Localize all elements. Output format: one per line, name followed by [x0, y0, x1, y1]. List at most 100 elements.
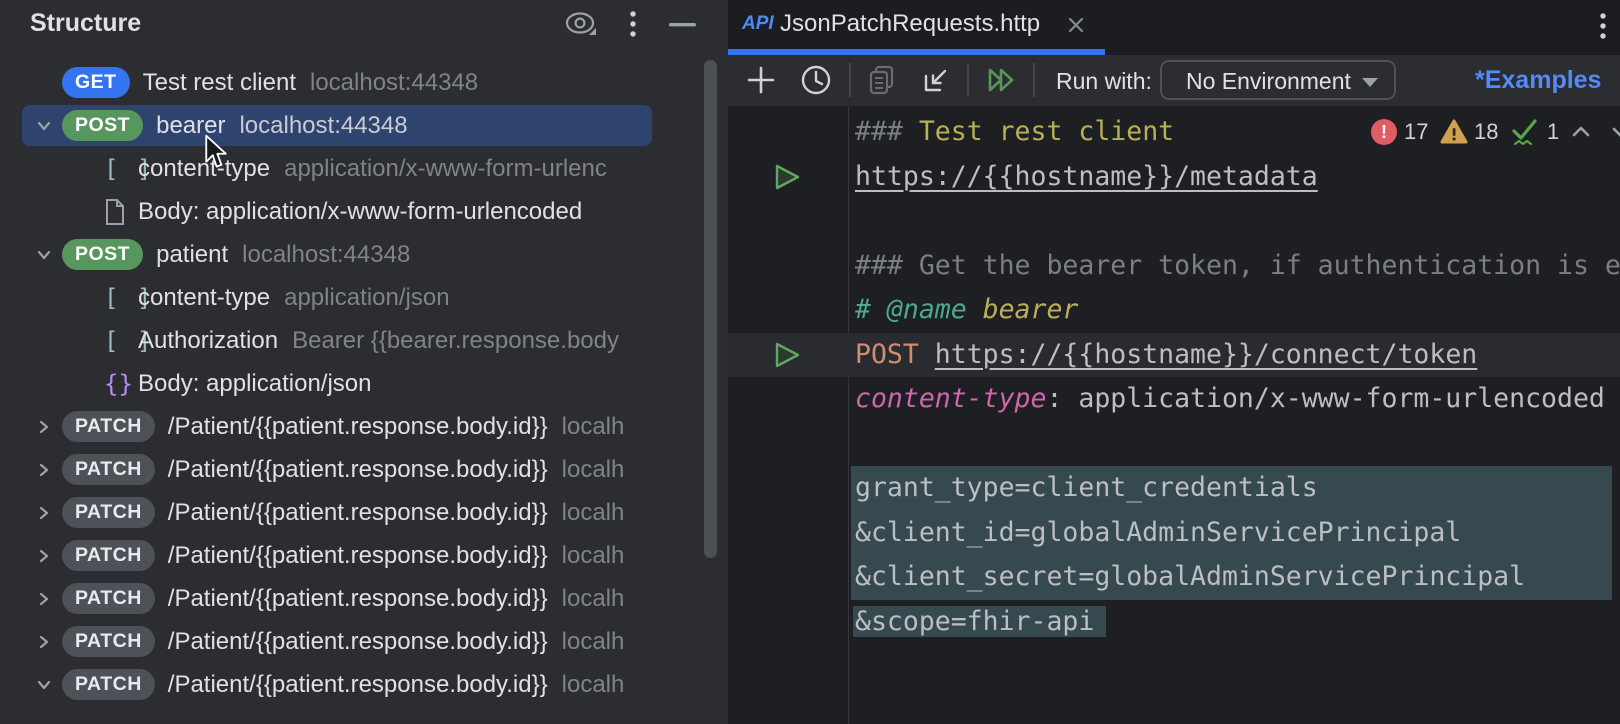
add-request-plus-icon[interactable] [745, 64, 777, 96]
tree-item-secondary: localh [562, 542, 625, 570]
patch-method-badge: PATCH [62, 540, 155, 571]
tab-jsonpatchrequests[interactable]: API JsonPatchRequests.http [728, 0, 1105, 55]
import-requests-icon[interactable] [920, 64, 952, 96]
chevron-right-icon[interactable] [26, 581, 62, 617]
header-brackets-icon: [ ] [104, 327, 138, 355]
tree-item-name: patient [156, 241, 228, 269]
inspections-widget[interactable]: ! 17 18 1 [1368, 116, 1618, 150]
get-method-badge: GET [62, 67, 130, 98]
code-segment: Test rest client [919, 116, 1174, 147]
ide-window: Structure GETTest rest clientlocalhost:4… [0, 0, 1620, 724]
tree-item-secondary: localh [562, 628, 625, 656]
structure-request-row[interactable]: PATCH/Patient/{{patient.response.body.id… [0, 534, 702, 577]
toolbar-separator [849, 63, 851, 97]
view-options-eye-icon[interactable] [560, 7, 600, 43]
structure-request-row[interactable]: PATCH/Patient/{{patient.response.body.id… [0, 491, 702, 534]
structure-child-row[interactable]: {}Body: application/json [0, 362, 702, 405]
structure-child-row[interactable]: [ ]AuthorizationBearer {{bearer.response… [0, 319, 702, 362]
code-segment: &scope=fhir-api [855, 606, 1094, 637]
structure-request-row[interactable]: POST patient localhost:44348 [0, 233, 702, 276]
code-line[interactable]: https://{{hostname}}/metadata [728, 155, 1620, 200]
run-request-play-icon[interactable] [773, 163, 801, 191]
request-history-clock-icon[interactable] [800, 64, 832, 96]
code-line[interactable] [728, 422, 1620, 467]
chevron-right-icon[interactable] [26, 538, 62, 574]
run-all-requests-icon[interactable] [985, 64, 1017, 96]
selection-highlight: &scope=fhir-api [853, 606, 1106, 637]
post-method-badge: POST [62, 239, 143, 270]
structure-title: Structure [30, 9, 141, 38]
code-segment: content-type [855, 383, 1046, 414]
tree-item-secondary: localhost:44348 [239, 112, 407, 140]
tree-item-secondary: localhost:44348 [310, 69, 478, 97]
tree-item-name: /Patient/{{patient.response.body.id}} [168, 628, 548, 656]
code-line[interactable]: # @name bearer [728, 288, 1620, 333]
environment-select[interactable]: No Environment [1160, 60, 1396, 100]
chevron-right-icon[interactable] [26, 409, 62, 445]
ok-count: 1 [1547, 116, 1559, 148]
ok-check-icon [1510, 116, 1540, 148]
structure-request-row[interactable]: PATCH/Patient/{{patient.response.body.id… [0, 663, 702, 706]
tree-item-secondary: localh [562, 413, 625, 441]
run-with-label: Run with: [1056, 68, 1152, 95]
structure-child-row[interactable]: [ ]content-typeapplication/json [0, 276, 702, 319]
tab-bar-kebab-icon[interactable] [1598, 12, 1614, 44]
chevron-right-icon[interactable] [26, 495, 62, 531]
code-line[interactable] [728, 199, 1620, 244]
structure-request-row[interactable]: PATCH/Patient/{{patient.response.body.id… [0, 620, 702, 663]
structure-request-row[interactable]: PATCH/Patient/{{patient.response.body.id… [0, 405, 702, 448]
tree-item-secondary: localh [562, 456, 625, 484]
code-line[interactable]: &scope=fhir-api [728, 600, 1620, 645]
copy-icon[interactable] [866, 64, 898, 96]
post-method-badge: POST [62, 110, 143, 141]
structure-request-row[interactable]: PATCH/Patient/{{patient.response.body.id… [0, 577, 702, 620]
code-line[interactable]: POST https://{{hostname}}/connect/token [728, 333, 1620, 378]
structure-request-row[interactable]: GETTest rest clientlocalhost:44348 [0, 61, 702, 104]
chevron-down-icon[interactable] [26, 108, 62, 144]
structure-child-row[interactable]: [ ]content-typeapplication/x-www-form-ur… [0, 147, 702, 190]
code-segment: bearer [983, 294, 1079, 325]
panel-options-kebab-icon[interactable] [619, 7, 647, 43]
hide-panel-minimize-icon[interactable] [664, 9, 702, 41]
tree-item-name: /Patient/{{patient.response.body.id}} [168, 671, 548, 699]
tree-item-name: /Patient/{{patient.response.body.id}} [168, 413, 548, 441]
tree-item-secondary: localh [562, 585, 625, 613]
previous-problem-chevron-up-icon[interactable] [1568, 116, 1594, 148]
chevron-down-icon[interactable] [26, 237, 62, 273]
editor-code-area[interactable]: ### Test rest client https://{{hostname}}… [728, 106, 1620, 724]
code-line[interactable]: &client_id=globalAdminServicePrincipal [728, 511, 1620, 556]
tab-close-icon[interactable] [1066, 15, 1086, 35]
run-request-play-icon[interactable] [773, 341, 801, 369]
code-segment: : application/x-www-form-urlencoded [1046, 383, 1604, 414]
chevron-down-icon [1362, 78, 1378, 87]
structure-child-row[interactable]: Body: application/x-www-form-urlencoded [0, 190, 702, 233]
chevron-placeholder [26, 65, 62, 101]
tree-item-name: /Patient/{{patient.response.body.id}} [168, 499, 548, 527]
toolbar-separator [967, 63, 969, 97]
tree-item-name: Authorization [138, 327, 278, 355]
examples-link[interactable]: *Examples [1475, 66, 1601, 95]
code-segment: ### [855, 116, 919, 147]
json-braces-icon: {} [104, 370, 138, 398]
code-line[interactable]: ### Get the bearer token, if authenticat… [728, 244, 1620, 289]
tree-item-name: content-type [138, 284, 270, 312]
tree-item-secondary: localhost:44348 [242, 241, 410, 269]
code-segment: POST [855, 339, 935, 370]
code-line[interactable]: &client_secret=globalAdminServicePrincip… [728, 555, 1620, 600]
environment-value: No Environment [1186, 68, 1351, 95]
structure-request-row[interactable]: POSTbearerlocalhost:44348 [0, 104, 702, 147]
next-problem-chevron-down-icon[interactable] [1608, 116, 1620, 148]
structure-request-row[interactable]: PATCH/Patient/{{patient.response.body.id… [0, 448, 702, 491]
chevron-right-icon[interactable] [26, 452, 62, 488]
chevron-down-icon[interactable] [26, 667, 62, 703]
code-line[interactable]: grant_type=client_credentials [728, 466, 1620, 511]
body-file-icon [104, 198, 138, 226]
structure-scrollbar[interactable] [704, 60, 717, 558]
editor-tab-bar: API JsonPatchRequests.http [728, 0, 1620, 55]
code-segment: &client_secret=globalAdminServicePrincip… [855, 561, 1525, 592]
chevron-right-icon[interactable] [26, 624, 62, 660]
patch-method-badge: PATCH [62, 583, 155, 614]
header-brackets-icon: [ ] [104, 155, 138, 183]
header-brackets-icon: [ ] [104, 284, 138, 312]
code-line[interactable]: content-type: application/x-www-form-url… [728, 377, 1620, 422]
